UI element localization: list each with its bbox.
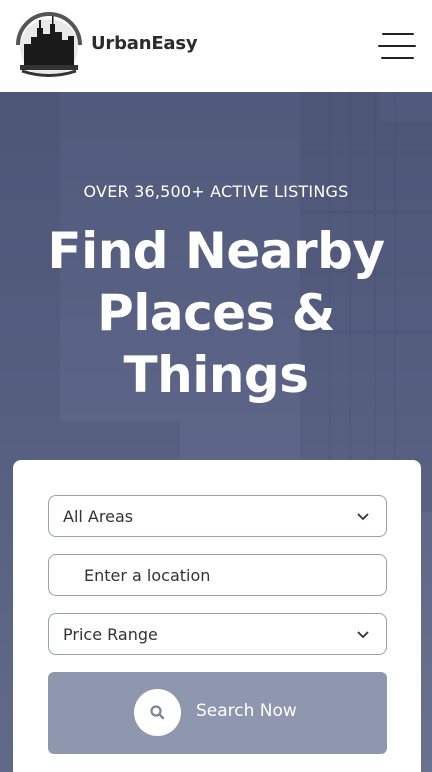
location-input[interactable]: Enter a location — [48, 554, 387, 596]
location-input-placeholder: Enter a location — [84, 565, 211, 585]
price-select-value: Price Range — [63, 624, 158, 644]
headline-line-1: Find Nearby — [47, 222, 385, 280]
search-now-button[interactable]: Search Now — [48, 672, 387, 754]
area-select[interactable]: All Areas — [48, 495, 387, 537]
hero-section: OVER 36,500+ ACTIVE LISTINGS Find Nearby… — [0, 92, 432, 772]
chevron-down-icon — [357, 513, 369, 521]
brand-name[interactable]: UrbanEasy — [91, 33, 198, 54]
search-now-label: Search Now — [196, 701, 297, 721]
area-select-value: All Areas — [63, 506, 134, 526]
hero-headline: Find Nearby Places & Things — [0, 220, 432, 406]
search-icon — [150, 705, 165, 720]
price-range-select[interactable]: Price Range — [48, 613, 387, 655]
headline-line-3: Things — [123, 346, 310, 404]
search-icon-badge — [134, 689, 181, 736]
site-header: UrbanEasy — [0, 0, 432, 92]
hamburger-menu-icon[interactable] — [378, 30, 418, 62]
chevron-down-icon — [357, 631, 369, 639]
headline-line-2: Places & — [97, 284, 335, 342]
search-form-card: All Areas Enter a location Price Range S… — [13, 460, 421, 772]
city-skyline-logo[interactable] — [14, 10, 84, 80]
hero-eyebrow: OVER 36,500+ ACTIVE LISTINGS — [83, 182, 349, 201]
